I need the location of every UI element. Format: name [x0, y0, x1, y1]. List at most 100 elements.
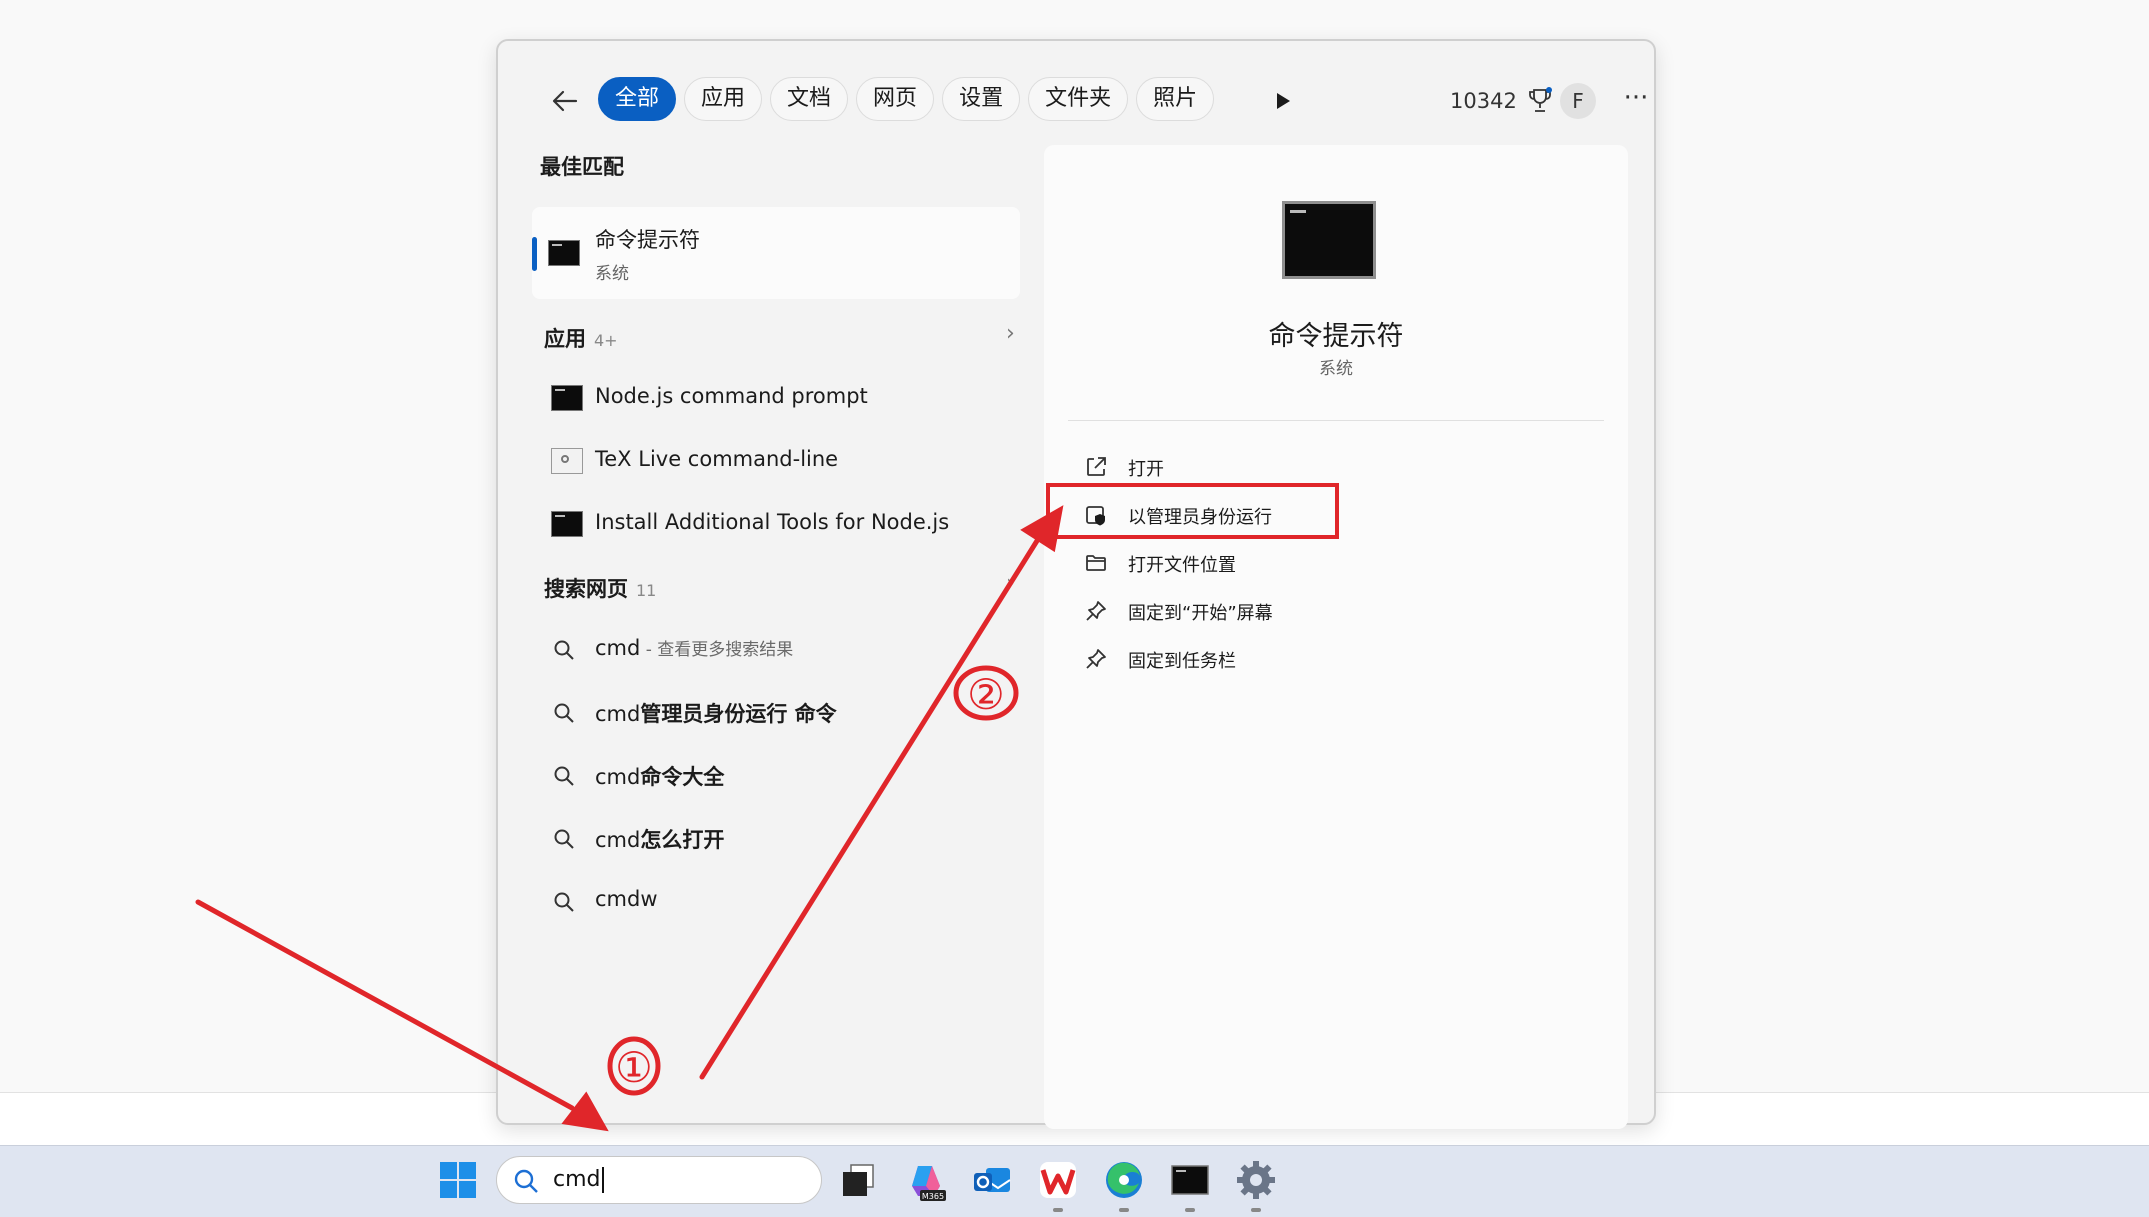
selection-indicator	[532, 237, 537, 271]
outlook-button[interactable]	[970, 1158, 1014, 1202]
terminal-button[interactable]	[1168, 1158, 1212, 1212]
app-label: Install Additional Tools for Node.js	[595, 510, 950, 534]
task-view-icon	[843, 1164, 874, 1196]
web-heading-label: 搜索网页	[544, 577, 628, 601]
detail-subtitle: 系统	[1319, 359, 1353, 379]
open-action[interactable]: 打开	[1084, 447, 1364, 487]
best-match-subtitle: 系统	[595, 264, 629, 284]
cmd-large-icon	[1282, 201, 1376, 279]
start-button[interactable]	[436, 1158, 480, 1202]
annotation-highlight-box	[1046, 483, 1339, 539]
apps-heading[interactable]: 应用 4+	[544, 323, 618, 353]
tab-apps[interactable]: 应用	[684, 77, 763, 121]
list-item[interactable]: TeX Live command-line	[532, 433, 1020, 489]
search-query: cmd	[553, 1167, 604, 1193]
action-label: 固定到任务栏	[1128, 651, 1236, 672]
cmd-icon	[551, 385, 583, 411]
detail-title: 命令提示符	[1268, 321, 1404, 352]
taskbar: cmd M365	[0, 1145, 2149, 1217]
tab-web[interactable]: 网页	[856, 77, 935, 121]
chevron-right-icon[interactable]: ›	[1006, 321, 1015, 346]
web-result-label: cmdw	[595, 887, 658, 911]
terminal-icon	[1171, 1165, 1209, 1195]
m365-copilot-button[interactable]: M365	[904, 1158, 948, 1202]
apps-heading-label: 应用	[544, 327, 586, 351]
tab-documents[interactable]: 文档	[770, 77, 849, 121]
settings-gear-icon	[1237, 1161, 1275, 1199]
running-indicator	[1185, 1208, 1195, 1212]
web-result-row[interactable]: cmdw	[532, 873, 1020, 929]
wps-icon	[1040, 1162, 1076, 1198]
rewards-points[interactable]: 10342	[1450, 77, 1553, 125]
more-filters-button[interactable]	[1264, 83, 1300, 119]
tex-icon	[551, 448, 583, 474]
taskbar-search-input[interactable]: cmd	[496, 1156, 822, 1204]
tab-folders[interactable]: 文件夹	[1028, 77, 1129, 121]
tab-photos[interactable]: 照片	[1136, 77, 1215, 121]
web-result-label: cmd管理员身份运行 命令	[595, 702, 837, 726]
best-match-title: 命令提示符	[595, 228, 700, 252]
best-match-item[interactable]: 命令提示符 系统	[532, 207, 1020, 299]
task-view-button[interactable]	[836, 1158, 880, 1202]
rewards-trophy-icon	[1528, 87, 1552, 112]
search-icon	[554, 892, 574, 912]
search-panel: 全部 应用 文档 网页 设置 文件夹 照片 10342 F ··· 最佳匹配 命…	[496, 39, 1656, 1129]
running-indicator	[1119, 1208, 1129, 1212]
svg-text:M365: M365	[922, 1192, 944, 1201]
best-match-heading: 最佳匹配	[540, 155, 624, 179]
edge-button[interactable]	[1102, 1158, 1146, 1212]
m365-copilot-icon: M365	[912, 1166, 946, 1201]
points-value: 10342	[1450, 89, 1517, 113]
folder-icon	[1086, 555, 1106, 571]
app-label: Node.js command prompt	[595, 384, 868, 408]
action-label: 打开文件位置	[1128, 555, 1236, 576]
search-icon	[554, 766, 574, 786]
start-windows-icon	[440, 1162, 476, 1198]
running-indicator	[1053, 1208, 1063, 1212]
web-result-label: cmd命令大全	[595, 765, 725, 789]
web-heading[interactable]: 搜索网页 11	[544, 573, 656, 603]
pin-icon	[1086, 601, 1106, 621]
search-icon	[554, 703, 574, 723]
more-options-button[interactable]: ···	[1618, 83, 1654, 119]
cmd-icon	[548, 240, 580, 266]
search-icon	[554, 829, 574, 849]
web-count: 11	[636, 581, 657, 600]
list-item[interactable]: Node.js command prompt	[532, 370, 1020, 426]
open-external-icon	[1087, 457, 1106, 476]
filter-toolbar: 全部 应用 文档 网页 设置 文件夹 照片 10342 F ···	[544, 77, 1648, 125]
edge-icon	[1106, 1162, 1142, 1198]
play-icon	[1277, 93, 1290, 109]
pin-to-taskbar-action[interactable]: 固定到任务栏	[1084, 639, 1364, 679]
detail-pane: 命令提示符 系统 打开 以管理员身份运行 打开文件位置 固定到“开始”屏幕 固定…	[1044, 145, 1628, 1129]
tab-settings[interactable]: 设置	[942, 77, 1021, 121]
action-label: 打开	[1128, 459, 1164, 480]
divider	[1068, 420, 1604, 421]
web-result-label: cmd - 查看更多搜索结果	[595, 636, 794, 660]
web-result-label: cmd怎么打开	[595, 828, 725, 852]
web-result-row[interactable]: cmd怎么打开	[532, 810, 1020, 866]
arrow-left-icon	[552, 90, 578, 112]
web-result-row[interactable]: cmd - 查看更多搜索结果	[532, 621, 1020, 677]
chevron-right-icon[interactable]: ›	[1006, 571, 1015, 596]
avatar[interactable]: F	[1560, 83, 1596, 119]
wps-button[interactable]	[1036, 1158, 1080, 1212]
settings-button[interactable]	[1234, 1158, 1278, 1212]
outlook-icon	[974, 1168, 1011, 1192]
tab-all[interactable]: 全部	[598, 77, 677, 121]
action-label: 固定到“开始”屏幕	[1128, 603, 1273, 624]
pin-icon	[1086, 649, 1106, 669]
search-icon	[554, 640, 574, 660]
filter-tabs: 全部 应用 文档 网页 设置 文件夹 照片	[598, 77, 1215, 125]
app-label: TeX Live command-line	[595, 447, 839, 471]
open-file-location-action[interactable]: 打开文件位置	[1084, 543, 1364, 583]
search-icon	[514, 1169, 538, 1193]
running-indicator	[1251, 1208, 1261, 1212]
pin-to-start-action[interactable]: 固定到“开始”屏幕	[1084, 591, 1364, 631]
apps-count: 4+	[594, 331, 618, 350]
cmd-icon	[551, 511, 583, 537]
back-button[interactable]	[544, 81, 584, 121]
web-result-row[interactable]: cmd管理员身份运行 命令	[532, 684, 1020, 740]
list-item[interactable]: Install Additional Tools for Node.js	[532, 496, 1020, 552]
web-result-row[interactable]: cmd命令大全	[532, 747, 1020, 803]
